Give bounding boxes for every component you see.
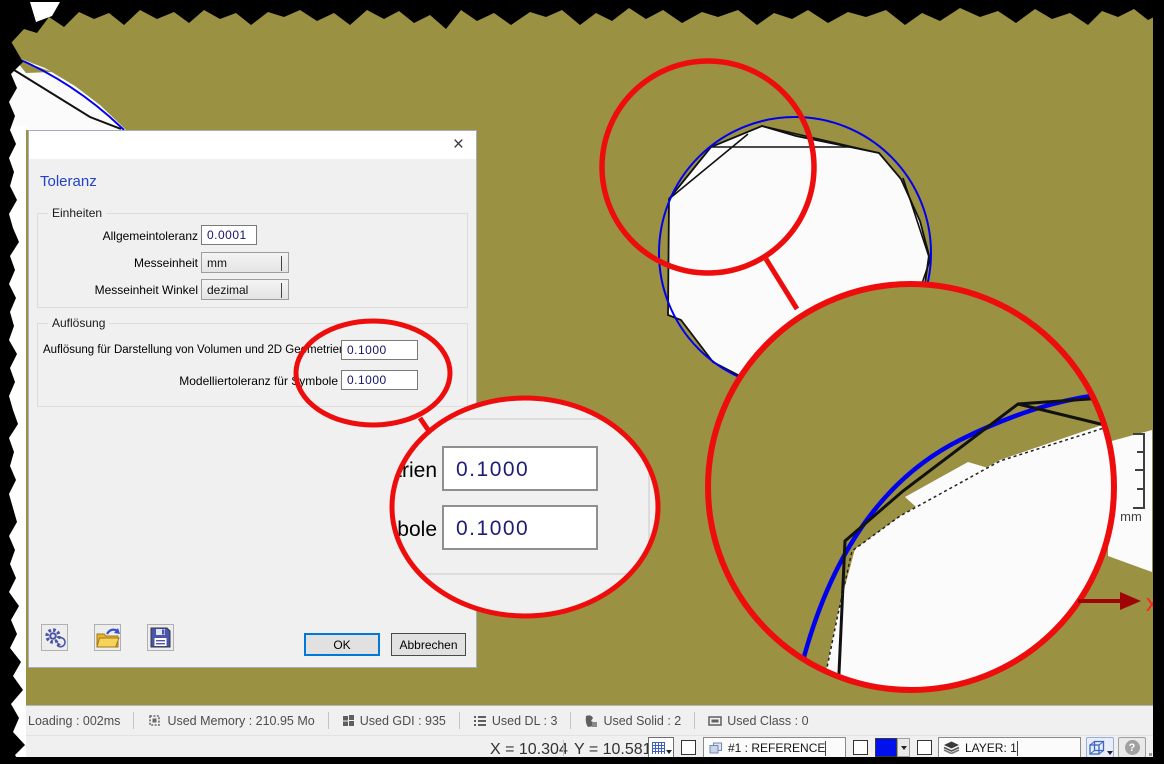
color-swatch-blue[interactable]	[875, 738, 897, 757]
layers-icon	[943, 741, 960, 754]
dropdown-arrow-icon	[1107, 751, 1113, 755]
color-dropdown-button[interactable]	[897, 738, 910, 757]
tolerance-dialog: × Toleranz Einheiten Allgemeintoleranz M…	[28, 130, 477, 668]
memory-chip-icon	[147, 713, 162, 728]
coordinate-y: Y = 10.581	[574, 741, 652, 759]
grid-toggle-button[interactable]	[648, 737, 674, 758]
loading-label: Loading : 002ms	[28, 714, 120, 728]
ok-button-label: OK	[333, 638, 350, 652]
white-pocket-right	[1108, 430, 1152, 572]
darstellung-input[interactable]	[341, 340, 418, 360]
status-used-memory: Used Memory : 210.95 Mo	[147, 713, 314, 728]
cancel-button-label: Abbrechen	[399, 638, 457, 652]
layer-combo-value: LAYER: 1	[965, 741, 1017, 755]
status-used-class: Used Class : 0	[708, 714, 808, 728]
messeinheit-winkel-label: Messeinheit Winkel	[29, 283, 198, 297]
allgemeintoleranz-label: Allgemeintoleranz	[29, 229, 198, 243]
class-icon	[708, 714, 722, 727]
messeinheit-label: Messeinheit	[29, 256, 198, 270]
solid-icon	[584, 714, 598, 728]
dropdown-arrow-icon	[666, 750, 672, 754]
reference-cube-icon	[708, 741, 724, 755]
darstellung-label: Auflösung für Darstellung von Volumen un…	[43, 344, 338, 356]
modelliertoleranz-input[interactable]	[341, 370, 418, 390]
used-dl-label: Used DL : 3	[492, 714, 558, 728]
chevron-down-icon	[825, 741, 826, 755]
coordinate-x: X = 10.304	[490, 741, 568, 759]
status-loading: Loading : 002ms	[28, 714, 120, 728]
dialog-titlebar[interactable]: ×	[29, 131, 476, 159]
group-einheiten-label: Einheiten	[48, 206, 106, 220]
reference-combo[interactable]: #1 : REFERENCE	[703, 737, 846, 758]
application-window: × Toleranz Einheiten Allgemeintoleranz M…	[0, 0, 1164, 764]
group-aufloesung-label: Auflösung	[48, 316, 109, 330]
allgemeintoleranz-input[interactable]	[201, 225, 257, 245]
chevron-down-icon	[281, 283, 282, 297]
close-icon[interactable]: ×	[453, 134, 464, 156]
used-solid-label: Used Solid : 2	[603, 714, 681, 728]
ok-button[interactable]: OK	[304, 633, 380, 656]
display-list-icon	[473, 714, 487, 727]
used-memory-label: Used Memory : 210.95 Mo	[167, 714, 314, 728]
wireframe-cube-icon	[1088, 740, 1106, 756]
status-used-gdi: Used GDI : 935	[342, 714, 446, 728]
chevron-down-icon	[281, 256, 282, 270]
status-used-dl: Used DL : 3	[473, 714, 558, 728]
windows-gdi-icon	[342, 714, 355, 727]
reference-combo-value: #1 : REFERENCE	[728, 741, 825, 755]
messeinheit-combo[interactable]: mm	[201, 252, 289, 273]
dropdown-arrow-icon	[901, 746, 907, 750]
open-folder-icon	[95, 625, 120, 650]
save-floppy-icon	[148, 625, 173, 650]
dialog-title: Toleranz	[40, 173, 97, 190]
layer-combo[interactable]: LAYER: 1	[938, 737, 1081, 758]
used-gdi-label: Used GDI : 935	[360, 714, 446, 728]
open-button[interactable]	[94, 624, 121, 651]
grid-icon	[652, 742, 665, 754]
view-cube-button[interactable]	[1086, 737, 1114, 758]
settings-gear-icon	[42, 625, 67, 650]
chevron-down-icon	[1017, 741, 1018, 755]
layer-checkbox[interactable]	[917, 740, 932, 755]
status-used-solid: Used Solid : 2	[584, 714, 681, 728]
settings-button[interactable]	[41, 624, 68, 651]
messeinheit-winkel-combo[interactable]: dezimal	[201, 279, 289, 300]
resize-grip[interactable]	[1146, 748, 1158, 760]
help-icon: ?	[1125, 740, 1140, 755]
help-button[interactable]: ?	[1118, 737, 1146, 758]
cancel-button[interactable]: Abbrechen	[391, 633, 466, 656]
modelliertoleranz-label: Modelliertoleranz für Symbole	[43, 374, 338, 388]
messeinheit-value: mm	[207, 256, 227, 270]
save-button[interactable]	[147, 624, 174, 651]
reference-checkbox[interactable]	[681, 740, 696, 755]
group-aufloesung: Auflösung	[37, 323, 468, 407]
messeinheit-winkel-value: dezimal	[207, 283, 248, 297]
status-bar: Loading : 002ms Used Memory : 210.95 Mo …	[0, 705, 1164, 735]
color-checkbox[interactable]	[853, 740, 868, 755]
used-class-label: Used Class : 0	[727, 714, 808, 728]
